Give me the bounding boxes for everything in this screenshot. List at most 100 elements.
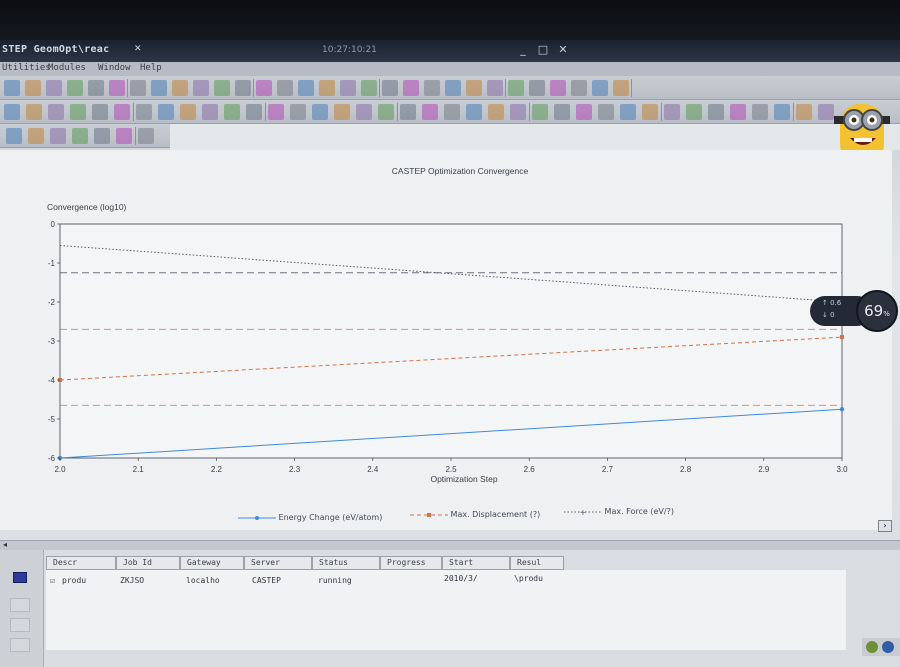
toolbar-button-icon[interactable] <box>686 104 702 120</box>
toolbar-button-icon[interactable] <box>613 80 629 96</box>
toolbar-button-icon[interactable] <box>554 104 570 120</box>
toolbar-button-icon[interactable] <box>268 104 284 120</box>
toolbar-button-icon[interactable] <box>92 104 108 120</box>
toolbar-button-icon[interactable] <box>730 104 746 120</box>
toolbar-button-icon[interactable] <box>246 104 262 120</box>
network-status-icon[interactable] <box>866 641 878 653</box>
toolbar-button-icon[interactable] <box>642 104 658 120</box>
toolbar-button-icon[interactable] <box>70 104 86 120</box>
job-monitor-icon[interactable] <box>13 572 27 583</box>
toolbar-button-icon[interactable] <box>224 104 240 120</box>
toolbar-button-icon[interactable] <box>67 80 83 96</box>
toolbar-button-icon[interactable] <box>319 80 335 96</box>
toolbar-button-icon[interactable] <box>25 80 41 96</box>
toolbar-button-icon[interactable] <box>334 104 350 120</box>
job-row-checkbox[interactable]: ☑ <box>50 576 55 585</box>
toolbar-button-icon[interactable] <box>340 80 356 96</box>
toolbar-button-icon[interactable] <box>571 80 587 96</box>
toolbar-button-icon[interactable] <box>256 80 272 96</box>
menu-item-utilities[interactable]: Utilities <box>2 63 51 73</box>
toolbar-button-icon[interactable] <box>193 80 209 96</box>
maximize-button[interactable]: □ <box>536 43 550 57</box>
close-button[interactable]: ✕ <box>556 43 570 57</box>
minimize-button[interactable]: _ <box>516 43 530 57</box>
toolbar-button-icon[interactable] <box>356 104 372 120</box>
toolbar-button-icon[interactable] <box>444 104 460 120</box>
col-header-start[interactable]: Start <box>442 556 510 570</box>
toolbar-button-icon[interactable] <box>576 104 592 120</box>
menu-item-modules[interactable]: Modules <box>48 63 86 73</box>
menu-item-help[interactable]: Help <box>140 63 162 73</box>
col-header-server[interactable]: Server <box>244 556 312 570</box>
toolbar-button-icon[interactable] <box>180 104 196 120</box>
toolbar-button-icon[interactable] <box>290 104 306 120</box>
col-header-progress[interactable]: Progress <box>380 556 442 570</box>
toolbar-button-icon[interactable] <box>202 104 218 120</box>
toolbar-button-icon[interactable] <box>422 104 438 120</box>
toolbar-button-icon[interactable] <box>138 128 154 144</box>
toolbar-button-icon[interactable] <box>774 104 790 120</box>
horizontal-scrollbar[interactable]: ◂ <box>0 540 900 550</box>
toolbar-button-icon[interactable] <box>532 104 548 120</box>
col-header-descr[interactable]: Descr <box>46 556 116 570</box>
toolbar-button-icon[interactable] <box>620 104 636 120</box>
toolbar-button-icon[interactable] <box>72 128 88 144</box>
toolbar-button-icon[interactable] <box>88 80 104 96</box>
toolbar-button-icon[interactable] <box>488 104 504 120</box>
col-header-gateway[interactable]: Gateway <box>180 556 244 570</box>
toolbar-button-icon[interactable] <box>28 128 44 144</box>
toolbar-button-icon[interactable] <box>214 80 230 96</box>
toolbar-button-icon[interactable] <box>550 80 566 96</box>
toolbar-button-icon[interactable] <box>487 80 503 96</box>
toolbar-button-icon[interactable] <box>114 104 130 120</box>
menu-item-window[interactable]: Window <box>98 63 131 73</box>
toolbar-button-icon[interactable] <box>796 104 812 120</box>
toolbar-button-icon[interactable] <box>48 104 64 120</box>
scroll-left-icon[interactable]: ◂ <box>3 540 7 549</box>
toolbar-button-icon[interactable] <box>109 80 125 96</box>
toolbar-button-icon[interactable] <box>466 104 482 120</box>
toolbar-button-icon[interactable] <box>277 80 293 96</box>
toolbar-button-icon[interactable] <box>361 80 377 96</box>
toolbar-button-icon[interactable] <box>400 104 416 120</box>
toolbar-button-icon[interactable] <box>136 104 152 120</box>
toolbar-button-icon[interactable] <box>592 80 608 96</box>
toolbar-button-icon[interactable] <box>235 80 251 96</box>
col-header-result[interactable]: Resul <box>510 556 564 570</box>
memory-percent-circle[interactable]: 69% <box>856 290 898 332</box>
toolbar-button-icon[interactable] <box>172 80 188 96</box>
help-icon[interactable] <box>882 641 894 653</box>
toolbar-button-icon[interactable] <box>382 80 398 96</box>
upload-value: 0.6 <box>830 299 842 307</box>
toolbar-button-icon[interactable] <box>529 80 545 96</box>
toolbar-button-icon[interactable] <box>130 80 146 96</box>
toolbar-button-icon[interactable] <box>424 80 440 96</box>
toolbar-button-icon[interactable] <box>598 104 614 120</box>
x-tick-label: 2.7 <box>602 465 614 474</box>
toolbar-button-icon[interactable] <box>664 104 680 120</box>
toolbar-button-icon[interactable] <box>312 104 328 120</box>
toolbar-button-icon[interactable] <box>50 128 66 144</box>
toolbar-button-icon[interactable] <box>298 80 314 96</box>
toolbar-button-icon[interactable] <box>116 128 132 144</box>
toolbar-button-icon[interactable] <box>4 80 20 96</box>
toolbar-button-icon[interactable] <box>6 128 22 144</box>
col-header-job-id[interactable]: Job Id <box>116 556 180 570</box>
toolbar-button-icon[interactable] <box>752 104 768 120</box>
toolbar-button-icon[interactable] <box>4 104 20 120</box>
toolbar-button-icon[interactable] <box>445 80 461 96</box>
toolbar-button-icon[interactable] <box>151 80 167 96</box>
toolbar-button-icon[interactable] <box>378 104 394 120</box>
toolbar-button-icon[interactable] <box>46 80 62 96</box>
toolbar-button-icon[interactable] <box>158 104 174 120</box>
toolbar-button-icon[interactable] <box>403 80 419 96</box>
col-header-status[interactable]: Status <box>312 556 380 570</box>
toolbar-button-icon[interactable] <box>94 128 110 144</box>
toolbar-button-icon[interactable] <box>466 80 482 96</box>
toolbar-button-icon[interactable] <box>26 104 42 120</box>
toolbar-button-icon[interactable] <box>510 104 526 120</box>
scroll-right-button[interactable]: › <box>878 520 892 532</box>
toolbar-button-icon[interactable] <box>508 80 524 96</box>
toolbar-button-icon[interactable] <box>708 104 724 120</box>
tab-close-icon[interactable]: ✕ <box>134 44 142 54</box>
